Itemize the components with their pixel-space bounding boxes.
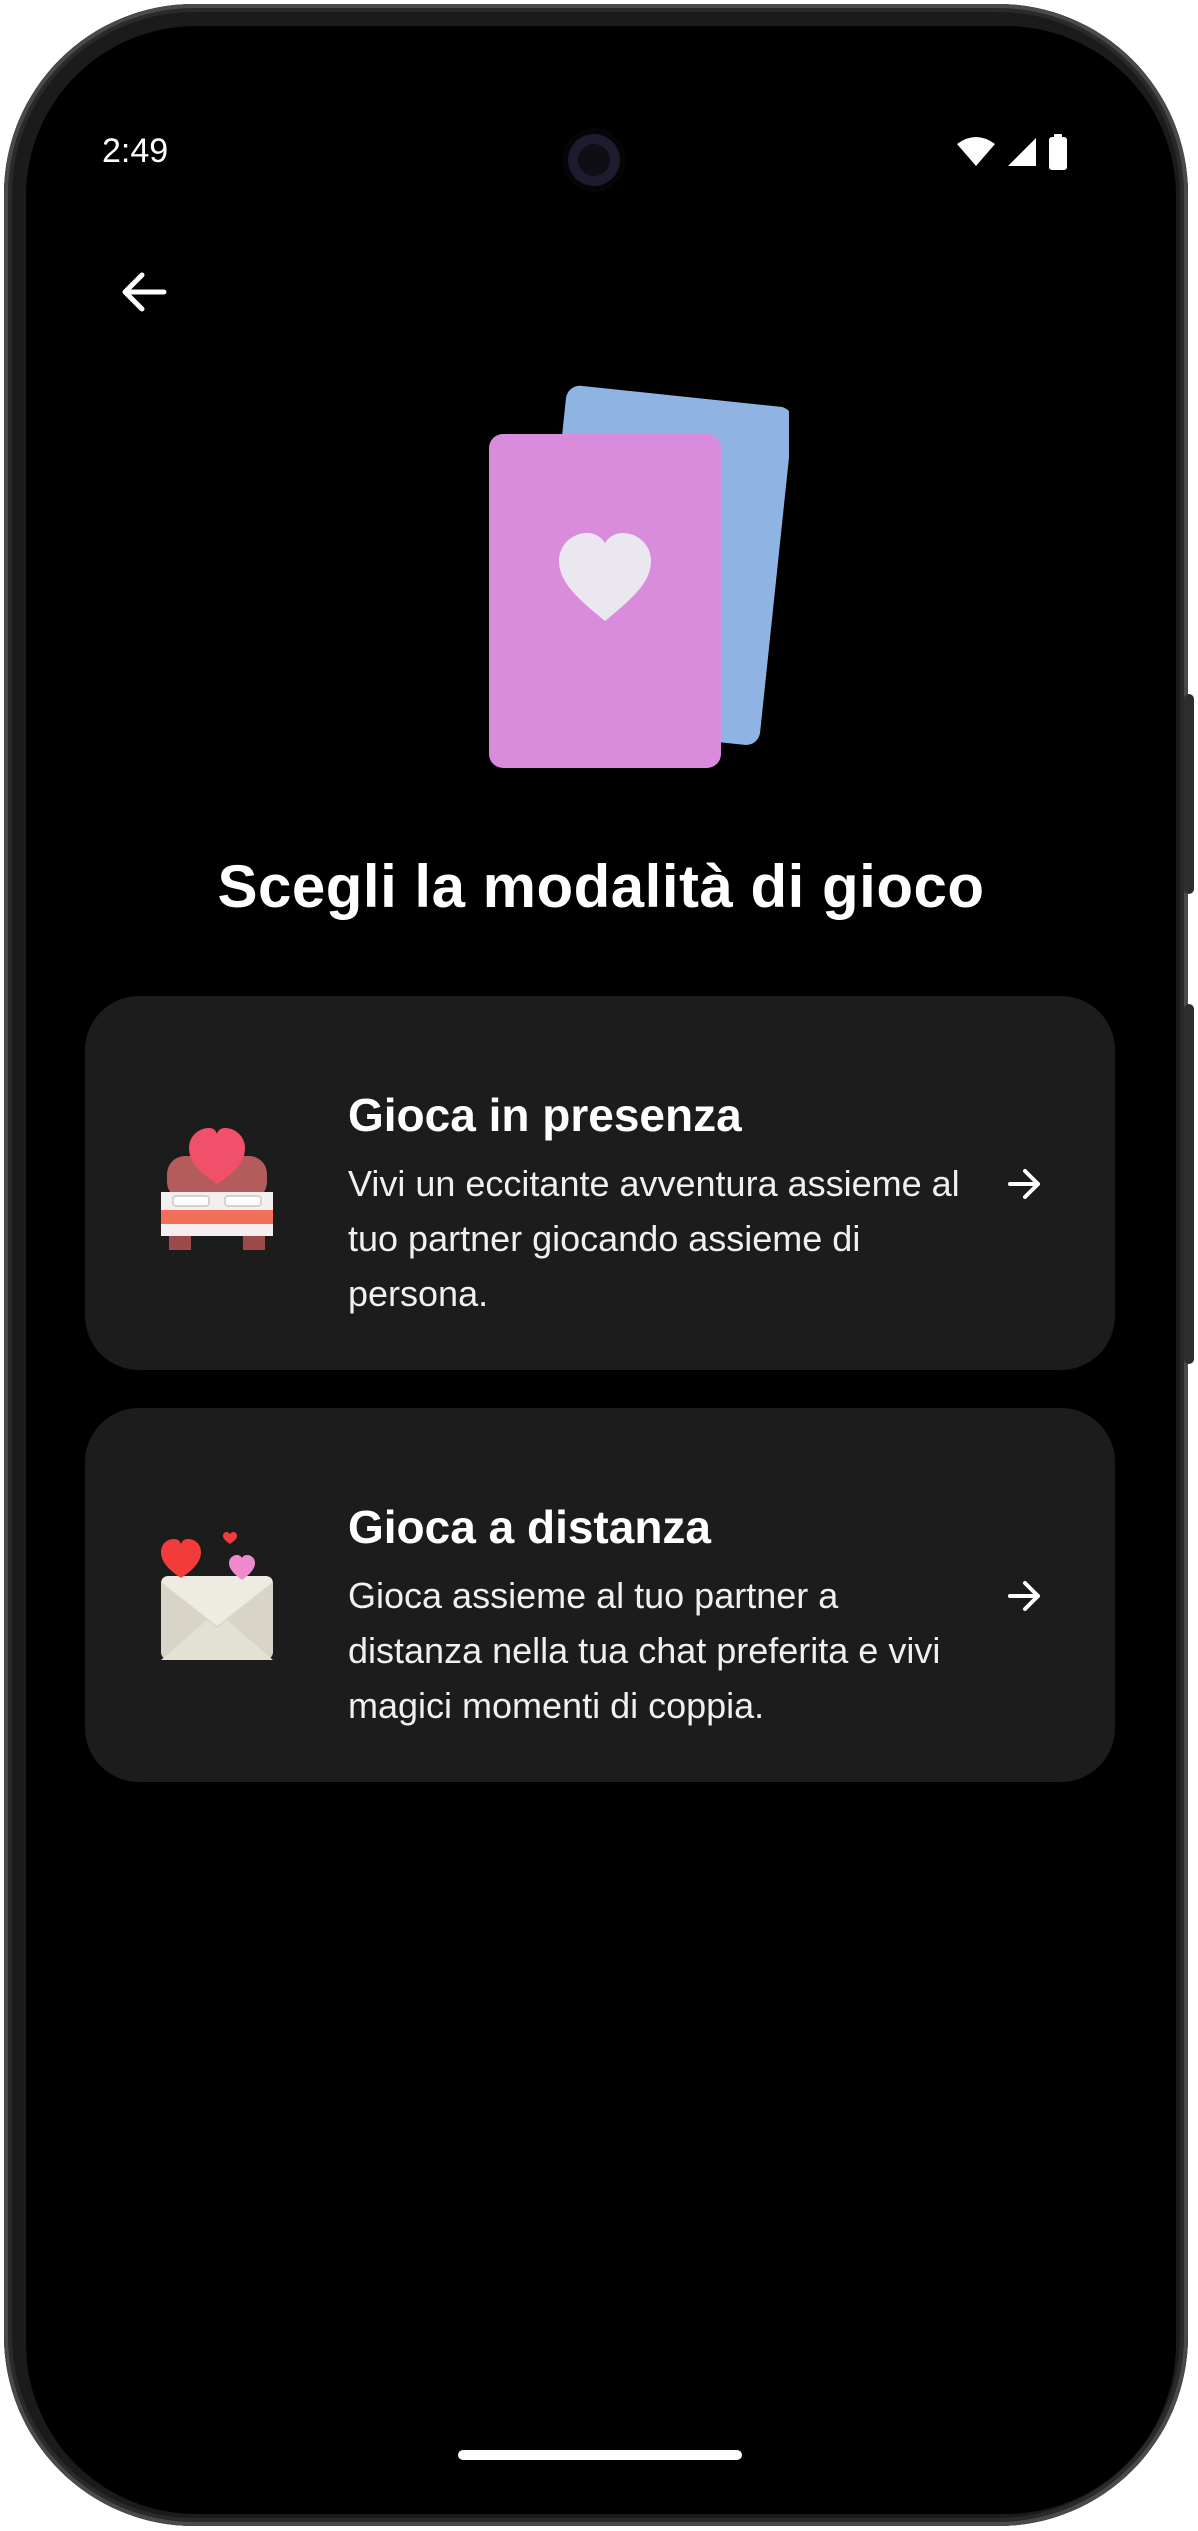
option-card-in-person[interactable]: Gioca in presenza Vivi un eccitante avve… bbox=[85, 996, 1115, 1370]
side-button bbox=[1184, 1004, 1194, 1364]
option-arrow[interactable] bbox=[995, 1566, 1055, 1626]
back-button[interactable] bbox=[104, 252, 184, 332]
page-title: Scegli la modalità di gioco bbox=[217, 853, 985, 920]
battery-icon bbox=[1049, 134, 1067, 170]
heart-cards-icon bbox=[489, 385, 789, 768]
status-time: 2:49 bbox=[102, 132, 169, 170]
option-description: Gioca assieme al tuo partner a distanza … bbox=[348, 1575, 941, 1726]
option-title: Gioca a distanza bbox=[348, 1501, 712, 1553]
wifi-icon bbox=[957, 137, 995, 166]
arrow-left-icon bbox=[122, 272, 167, 312]
signal-icon bbox=[1008, 138, 1036, 166]
option-title: Gioca in presenza bbox=[348, 1089, 742, 1141]
phone-frame: 2:49 Scegli la modalità di gioco Gioca i… bbox=[4, 4, 1194, 2526]
option-arrow[interactable] bbox=[995, 1154, 1055, 1214]
home-indicator[interactable] bbox=[458, 2450, 742, 2460]
status-icons bbox=[956, 134, 1068, 170]
option-card-remote[interactable]: Gioca a distanza Gioca assieme al tuo pa… bbox=[85, 1408, 1115, 1782]
arrow-right-icon bbox=[1008, 1169, 1040, 1199]
side-button bbox=[1184, 694, 1194, 894]
front-camera bbox=[568, 134, 620, 186]
arrow-right-icon bbox=[1008, 1581, 1040, 1611]
option-description: Vivi un eccitante avventura assieme al t… bbox=[348, 1163, 960, 1314]
love-letter-icon bbox=[161, 1532, 273, 1660]
bed-heart-icon bbox=[161, 1128, 273, 1250]
app-screen: 2:49 Scegli la modalità di gioco Gioca i… bbox=[26, 26, 1176, 2514]
